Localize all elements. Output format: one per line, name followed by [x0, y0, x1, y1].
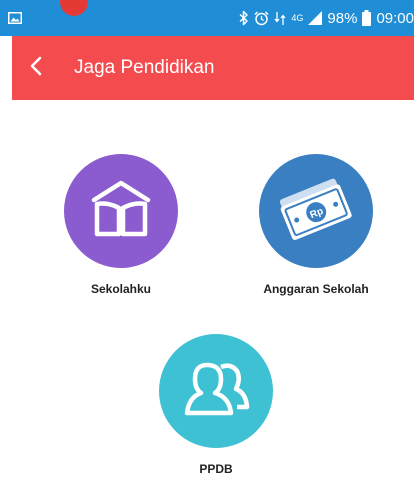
menu-item-anggaran-sekolah[interactable]: Rp Anggaran Sekolah: [245, 154, 387, 296]
app-bar: Jaga Pendidikan: [12, 36, 414, 100]
chevron-left-icon: [29, 56, 43, 81]
battery-icon: [362, 10, 372, 26]
menu-label-anggaran-sekolah: Anggaran Sekolah: [263, 282, 369, 296]
menu-item-ppdb[interactable]: PPDB: [150, 334, 282, 476]
sekolahku-circle[interactable]: [64, 154, 178, 268]
page-title: Jaga Pendidikan: [74, 57, 215, 78]
image-icon: [8, 11, 22, 24]
menu-label-sekolahku: Sekolahku: [90, 282, 152, 296]
screen: 4G 98% 09:00 Jaga Pendidikan Sekolahku R…: [0, 0, 414, 491]
back-button[interactable]: [12, 36, 60, 100]
signal-icon: [308, 11, 323, 25]
network-4g-icon: 4G: [291, 12, 304, 23]
users-icon: [181, 359, 251, 424]
anggaran-sekolah-circle[interactable]: Rp: [259, 154, 373, 268]
battery-percent: 98%: [327, 9, 358, 27]
menu-item-sekolahku[interactable]: Sekolahku: [55, 154, 187, 296]
alarm-icon: [254, 10, 269, 26]
bluetooth-icon: [239, 10, 249, 26]
money-rupiah-icon: Rp: [277, 177, 355, 246]
ppdb-circle[interactable]: [159, 334, 273, 448]
data-sync-icon: [274, 11, 286, 26]
menu-label-ppdb: PPDB: [199, 462, 233, 476]
status-time: 09:00: [376, 9, 414, 27]
open-book-house-icon: [88, 178, 154, 245]
